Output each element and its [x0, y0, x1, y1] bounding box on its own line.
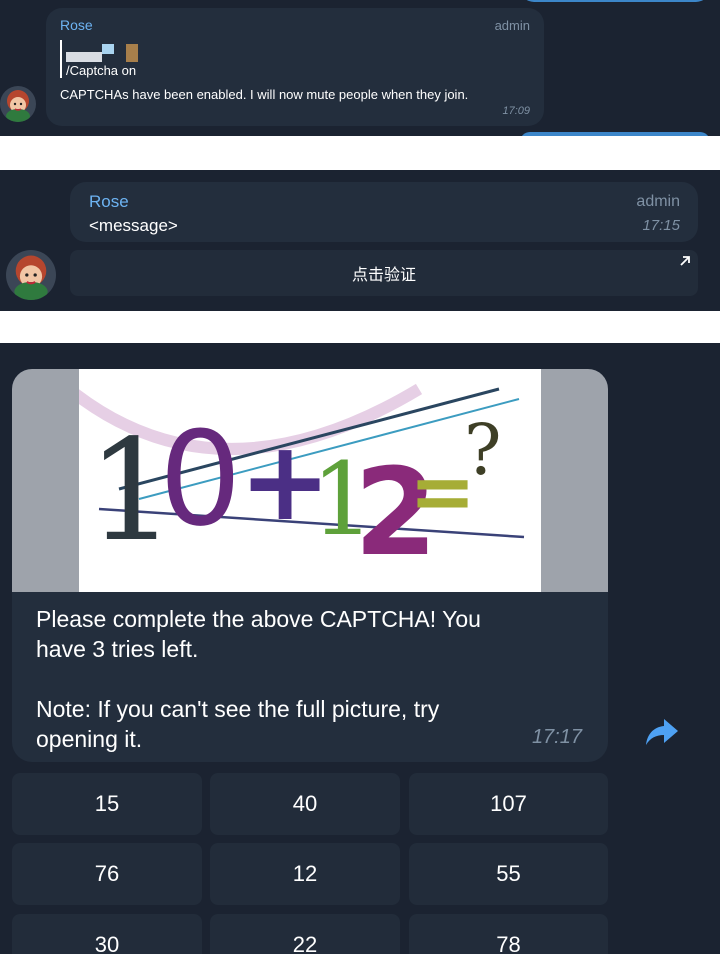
avatar[interactable] [0, 86, 36, 122]
sender-name[interactable]: Rose [60, 17, 93, 33]
answer-button[interactable]: 15 [12, 773, 202, 835]
timestamp: 17:15 [642, 217, 680, 234]
message-bubble[interactable]: Rose <message> admin 17:15 [70, 182, 698, 242]
timestamp: 17:17 [531, 726, 582, 748]
message-text: CAPTCHAs have been enabled. I will now m… [60, 87, 469, 102]
forward-icon[interactable] [644, 717, 680, 747]
verify-button-label: 点击验证 [351, 267, 416, 284]
captcha-char: 0 [159, 403, 242, 555]
answer-button[interactable]: 78 [409, 914, 608, 954]
sender-name[interactable]: Rose [89, 192, 129, 212]
message-bubble[interactable]: Rose admin /Captcha on CAPTCHAs have bee… [46, 8, 544, 126]
chat-panel-top: Rose admin /Captcha on CAPTCHAs have bee… [0, 0, 720, 136]
captcha-message-bubble[interactable]: 1 0 + 1 2 = ? Please complete the above … [12, 369, 608, 762]
command-text: /Captcha on [66, 63, 137, 78]
answer-button[interactable]: 107 [409, 773, 608, 835]
message-text: <message> [89, 216, 178, 235]
role-label: admin [494, 18, 530, 33]
answer-button[interactable]: 55 [409, 843, 608, 905]
outgoing-bubble-edge [520, 132, 710, 136]
chat-panel-bottom: 1 0 + 1 2 = ? Please complete the above … [0, 343, 720, 954]
captcha-char: ? [464, 409, 502, 491]
quote-bar [60, 40, 62, 78]
pixelated-image [66, 44, 138, 62]
chat-panel-middle: Rose <message> admin 17:15 点击验证 [0, 170, 720, 311]
answer-button[interactable]: 76 [12, 843, 202, 905]
outgoing-bubble-edge [520, 0, 710, 2]
answer-button[interactable]: 40 [210, 773, 400, 835]
timestamp: 17:09 [502, 105, 530, 117]
answer-button[interactable]: 22 [210, 914, 400, 954]
avatar[interactable] [6, 250, 56, 300]
captcha-image[interactable]: 1 0 + 1 2 = ? [79, 369, 541, 592]
answer-button[interactable]: 12 [210, 843, 400, 905]
answer-button[interactable]: 30 [12, 914, 202, 954]
verify-button[interactable]: 点击验证 [70, 250, 698, 296]
message-text: Please complete the above CAPTCHA! You h… [36, 606, 481, 752]
open-link-icon [678, 254, 692, 268]
role-label: admin [636, 193, 680, 210]
